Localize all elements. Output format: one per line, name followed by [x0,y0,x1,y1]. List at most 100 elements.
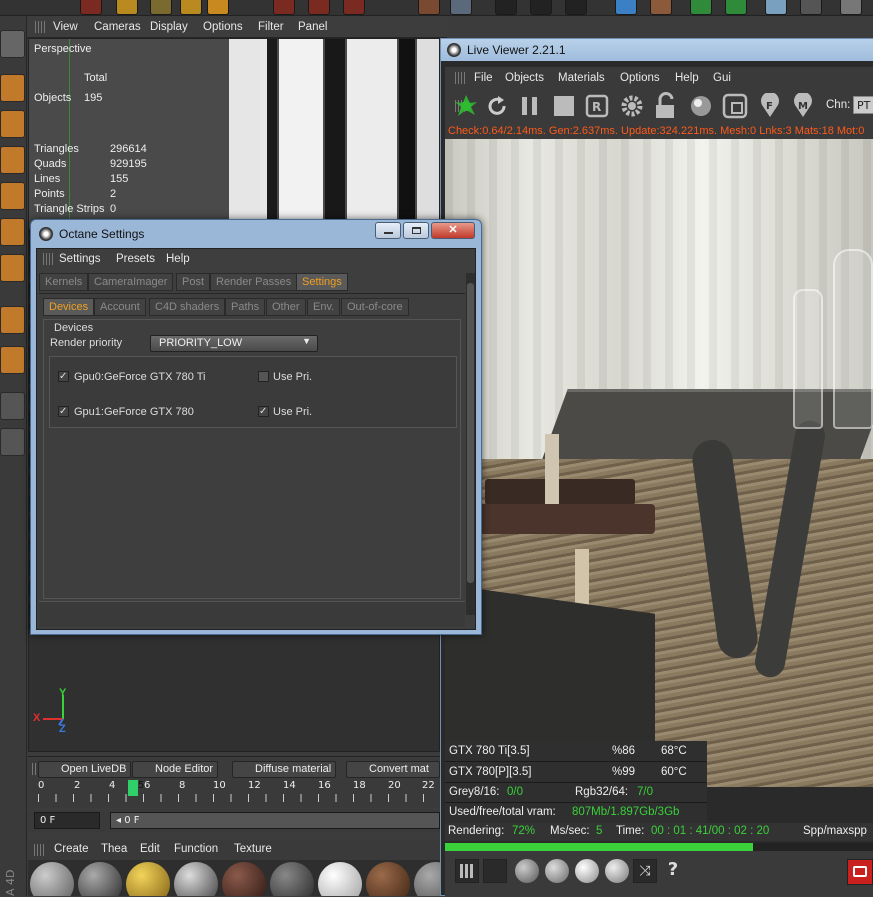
material-swatch[interactable] [126,862,170,896]
toolbar-icon[interactable] [180,0,202,15]
workplane-icon[interactable] [0,146,25,174]
focus-picker-icon[interactable]: F [758,93,782,119]
render-view[interactable] [445,139,873,787]
settings-icon[interactable] [619,93,645,119]
material-swatch[interactable] [222,862,266,896]
toolbar-icon[interactable] [116,0,138,15]
tab-render-passes[interactable]: Render Passes [210,273,298,291]
layout-icon[interactable] [483,859,507,883]
tab-cameraimager[interactable]: CameraImager [88,273,174,291]
subtab-other[interactable]: Other [266,298,306,316]
material-swatch[interactable] [270,862,314,896]
menu-help[interactable]: Help [675,72,699,84]
render-priority-select[interactable]: PRIORITY_LOW ▼ [150,335,318,352]
lock-workplane-icon[interactable] [0,392,25,420]
subtab-out-of-core[interactable]: Out-of-core [341,298,409,316]
subtab-c4d-shaders[interactable]: C4D shaders [149,298,226,316]
tab-diffuse-material[interactable]: Diffuse material [232,761,337,778]
region-icon[interactable]: R [585,94,609,118]
menu-options[interactable]: Options [620,72,660,84]
toolbar-icon[interactable] [690,0,712,15]
edges-icon[interactable] [0,218,25,246]
menu-objects[interactable]: Objects [505,72,544,84]
toolbar-icon[interactable] [615,0,637,15]
menu-settings[interactable]: Settings [59,253,101,265]
grid-icon[interactable] [455,859,479,883]
tab-post[interactable]: Post [176,273,211,291]
use-pri-checkbox[interactable] [258,371,269,382]
timeline[interactable]: 0 2 4 5 6 8 10 12 14 16 18 20 22 [28,780,440,808]
sphere-icon[interactable] [689,94,713,118]
toolbar-icon[interactable] [273,0,295,15]
toolbar-icon[interactable] [450,0,472,15]
tab-convert-material[interactable]: Convert mat [346,761,440,778]
octane-titlebar[interactable]: Octane Settings ✕ [31,220,481,248]
toolbar-icon[interactable] [840,0,862,15]
menu-create[interactable]: Create [54,843,89,855]
toolbar-icon[interactable] [418,0,440,15]
material-swatch[interactable] [366,862,410,896]
subtab-env[interactable]: Env. [307,298,341,316]
preview-sphere-icon[interactable] [515,859,539,883]
toolbar-icon[interactable] [150,0,172,15]
toolbar-icon[interactable] [343,0,365,15]
object-icon[interactable] [0,74,25,102]
toolbar-icon[interactable] [495,0,517,15]
shuffle-icon[interactable]: ⤨ [633,859,657,883]
toolbar-icon[interactable] [565,0,587,15]
menu-function[interactable]: Function [174,843,218,855]
menu-edit[interactable]: Edit [140,843,160,855]
toolbar-icon[interactable] [207,0,229,15]
toolbar-icon[interactable] [80,0,102,15]
preview-sphere-icon[interactable] [605,859,629,883]
menu-materials[interactable]: Materials [558,72,605,84]
tab-open-livedb[interactable]: Open LiveDB [38,761,132,778]
subtab-paths[interactable]: Paths [225,298,266,316]
material-swatch[interactable] [78,862,122,896]
menu-view[interactable]: View [53,21,78,33]
start-frame-field[interactable]: 0 F [34,812,100,829]
record-camera-icon[interactable] [847,859,873,885]
material-picker-icon[interactable]: M [791,93,815,119]
channel-select[interactable]: PT [853,96,873,114]
menu-thea[interactable]: Thea [101,843,127,855]
texture-icon[interactable] [0,110,25,138]
menu-panel[interactable]: Panel [298,21,327,33]
subtab-devices[interactable]: Devices [43,298,95,316]
minimize-button[interactable] [375,222,401,239]
tab-settings[interactable]: Settings [296,273,348,291]
material-swatch[interactable] [414,862,440,896]
menu-cameras[interactable]: Cameras [94,21,141,33]
toolbar-icon[interactable] [765,0,787,15]
device-enable-checkbox[interactable]: ✓ [58,371,69,382]
points-icon[interactable] [0,182,25,210]
toolbar-icon[interactable] [800,0,822,15]
axis-icon[interactable] [0,306,25,334]
help-icon[interactable]: ? [661,859,685,883]
toolbar-icon[interactable] [725,0,747,15]
material-swatch[interactable] [174,862,218,896]
use-pri-checkbox[interactable]: ✓ [258,406,269,417]
toolbar-icon[interactable] [650,0,672,15]
device-enable-checkbox[interactable]: ✓ [58,406,69,417]
scrollbar-thumb[interactable] [467,283,474,583]
preview-sphere-icon[interactable] [545,859,569,883]
frame-slider[interactable]: ◂ 0 F [110,812,440,829]
magnet-icon[interactable] [0,346,25,374]
preview-sphere-icon[interactable] [575,859,599,883]
menu-display[interactable]: Display [150,21,188,33]
menu-options[interactable]: Options [203,21,243,33]
material-swatch[interactable] [30,862,74,896]
close-button[interactable]: ✕ [431,222,475,239]
live-viewer-titlebar[interactable]: Live Viewer 2.21.1 [441,39,873,61]
toolbar-icon[interactable] [530,0,552,15]
menu-gui[interactable]: Gui [713,72,731,84]
stop-icon[interactable] [552,94,576,118]
model-icon[interactable] [0,30,25,58]
render-start-icon[interactable] [453,93,479,119]
pause-icon[interactable] [519,94,541,118]
menu-file[interactable]: File [474,72,493,84]
menu-presets[interactable]: Presets [116,253,155,265]
snap-icon[interactable] [0,428,25,456]
refresh-icon[interactable] [485,94,509,118]
